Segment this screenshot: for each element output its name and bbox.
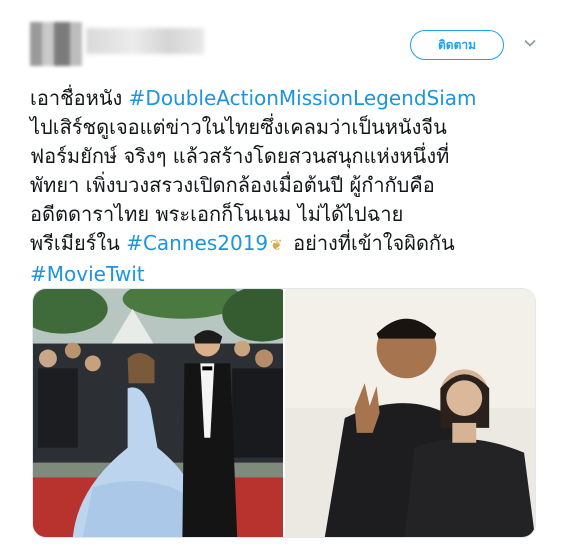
- avatar[interactable]: [30, 22, 82, 66]
- hashtag-link[interactable]: #DoubleActionMissionLegendSiam: [129, 86, 477, 110]
- tweet-line-3: ฟอร์มยักษ์ จริงๆ แล้วสร้างโดยสวนสนุกแห่ง…: [30, 144, 450, 168]
- media-gallery: [32, 288, 536, 538]
- tweet-line-4: พัทยา เพิ่งบวงสรวงเปิดกล้องเมื่อต้นปี ผู…: [30, 173, 435, 197]
- hashtag-link[interactable]: #MovieTwit: [30, 262, 145, 286]
- text-segment: เอาชื่อหนัง: [30, 86, 129, 110]
- user-name-blurred[interactable]: [86, 28, 204, 54]
- tweet-line-7: #MovieTwit: [30, 260, 550, 289]
- tweet-text: เอาชื่อหนัง #DoubleActionMissionLegendSi…: [30, 84, 550, 289]
- hashtag-link[interactable]: #Cannes2019: [126, 231, 268, 255]
- tweet-card: ติดตาม เอาชื่อหนัง #DoubleActionMissionL…: [0, 0, 572, 550]
- follow-button[interactable]: ติดตาม: [410, 30, 504, 60]
- chevron-down-icon[interactable]: [523, 36, 537, 50]
- tweet-line-1: เอาชื่อหนัง #DoubleActionMissionLegendSi…: [30, 84, 550, 113]
- red-carpet-photo[interactable]: [33, 289, 283, 537]
- tweet-line-5: อดีตดาราไทย พระเอกก็โนเนม ไม่ได้ไปฉาย: [30, 202, 404, 226]
- tweet-line-6: พรีเมียร์ใน #Cannes2019 ❦ อย่างที่เข้าใจผ…: [30, 229, 550, 260]
- couple-portrait-photo[interactable]: [285, 289, 535, 537]
- tweet-line-2: ไปเสิร์ชดูเจอแต่ข่าวในไทยซึ่งเคลมว่าเป็น…: [30, 115, 447, 139]
- text-segment: พรีเมียร์ใน: [30, 231, 127, 255]
- palm-leaf-icon: ❦: [270, 236, 283, 254]
- text-segment: อย่างที่เข้าใจผิดกัน: [286, 231, 455, 255]
